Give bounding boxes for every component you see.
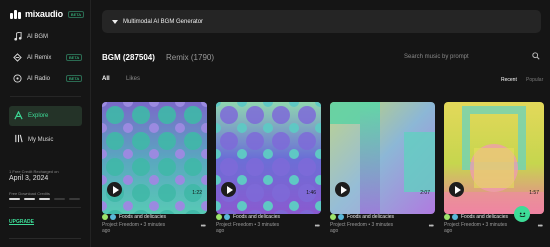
free-download-label: Free Download Credits	[9, 191, 50, 196]
track-age: ago	[102, 228, 111, 234]
generator-dropdown[interactable]: Multimodal AI BGM Generator	[102, 10, 541, 33]
tag-icon	[216, 214, 222, 220]
divider	[9, 238, 81, 239]
music-note-icon	[13, 32, 22, 41]
play-icon	[340, 185, 347, 194]
credit-date: April 3, 2024	[9, 175, 49, 182]
sidebar-item-label: Explore	[28, 113, 49, 119]
more-options-icon[interactable]: •••	[429, 223, 434, 230]
play-icon	[226, 185, 233, 194]
cover-art	[444, 102, 544, 214]
card-meta: Foods and delicacies Project Freedom • 3…	[216, 213, 321, 234]
track-title[interactable]: Foods and delicacies	[119, 214, 166, 220]
tab-remix[interactable]: Remix (1790)	[166, 53, 214, 62]
download-credits-meter	[9, 198, 80, 200]
sidebar-nav: AI BGM AI Remix BETA AI Radio BETA	[0, 26, 91, 89]
sidebar-item-ai-bgm[interactable]: AI BGM	[0, 26, 91, 47]
remix-icon	[13, 53, 22, 62]
play-icon	[454, 185, 461, 194]
sidebar-item-label: AI BGM	[27, 33, 49, 40]
caret-down-icon	[112, 19, 118, 24]
tag-icon	[338, 214, 344, 220]
divider	[10, 96, 81, 97]
track-title[interactable]: Foods and delicacies	[461, 214, 508, 220]
tag-icon	[330, 214, 336, 220]
credit-label: 1 Free Credit Recharged on	[9, 169, 59, 174]
filter-likes[interactable]: Likes	[126, 76, 140, 82]
sort-recent[interactable]: Recent	[501, 77, 517, 83]
music-card[interactable]: 2:07	[330, 102, 435, 214]
beta-badge: BETA	[66, 54, 83, 61]
sidebar: mixaudio BETA AI BGM AI Remix BETA AI Ra…	[0, 0, 91, 247]
sort-popular[interactable]: Popular	[526, 77, 543, 83]
sidebar-item-my-music[interactable]: My Music	[14, 134, 53, 145]
cover-art	[216, 102, 321, 214]
logo-icon	[10, 9, 22, 19]
play-button[interactable]	[449, 182, 464, 197]
cover-art	[330, 102, 435, 214]
sidebar-item-explore[interactable]: Explore	[9, 106, 82, 126]
more-options-icon[interactable]: •••	[201, 223, 206, 230]
library-icon	[14, 134, 23, 145]
filter-all[interactable]: All	[102, 76, 110, 82]
play-icon	[112, 185, 119, 194]
sidebar-item-label: AI Remix	[27, 54, 52, 61]
sidebar-item-label: AI Radio	[27, 75, 51, 82]
music-card[interactable]: 1:22	[102, 102, 207, 214]
chat-button[interactable]	[514, 206, 530, 222]
tag-icon	[224, 214, 230, 220]
track-title[interactable]: Foods and delicacies	[233, 214, 280, 220]
explore-icon	[14, 110, 23, 122]
upgrade-link[interactable]: UPGRADE	[9, 219, 34, 225]
track-age: ago	[216, 228, 225, 234]
brand-name: mixaudio	[25, 9, 63, 19]
beta-badge: BETA	[66, 75, 83, 82]
search-placeholder[interactable]: Search music by prompt	[404, 54, 469, 60]
duration: 2:07	[420, 190, 430, 196]
music-card[interactable]: 1:46	[216, 102, 321, 214]
card-meta: Foods and delicacies Project Freedom • 3…	[102, 213, 207, 234]
music-card[interactable]: 1:57	[444, 102, 544, 214]
tag-icon	[110, 214, 116, 220]
play-button[interactable]	[335, 182, 350, 197]
duration: 1:46	[306, 190, 316, 196]
sidebar-item-ai-remix[interactable]: AI Remix BETA	[0, 47, 91, 68]
sidebar-item-label: My Music	[28, 136, 54, 143]
duration: 1:22	[192, 190, 202, 196]
tab-bgm[interactable]: BGM (287504)	[102, 53, 155, 62]
tag-icon	[102, 214, 108, 220]
cover-art	[102, 102, 207, 214]
duration: 1:57	[529, 190, 539, 196]
search-icon[interactable]	[532, 52, 540, 62]
sidebar-item-ai-radio[interactable]: AI Radio BETA	[0, 68, 91, 89]
divider	[9, 207, 81, 208]
radio-icon	[13, 74, 22, 83]
more-options-icon[interactable]: •••	[315, 223, 320, 230]
brand-logo[interactable]: mixaudio BETA	[10, 9, 85, 19]
play-button[interactable]	[221, 182, 236, 197]
tag-icon	[444, 214, 450, 220]
play-button[interactable]	[107, 182, 122, 197]
track-title[interactable]: Foods and delicacies	[347, 214, 394, 220]
track-age: ago	[330, 228, 339, 234]
search-bar[interactable]: Search music by prompt	[404, 51, 544, 63]
beta-badge: BETA	[67, 10, 85, 18]
tag-icon	[452, 214, 458, 220]
chat-icon	[518, 209, 527, 220]
card-meta: Foods and delicacies Project Freedom • 3…	[330, 213, 435, 234]
generator-label: Multimodal AI BGM Generator	[123, 18, 204, 25]
more-options-icon[interactable]: •••	[538, 223, 543, 230]
track-age: ago	[444, 228, 453, 234]
